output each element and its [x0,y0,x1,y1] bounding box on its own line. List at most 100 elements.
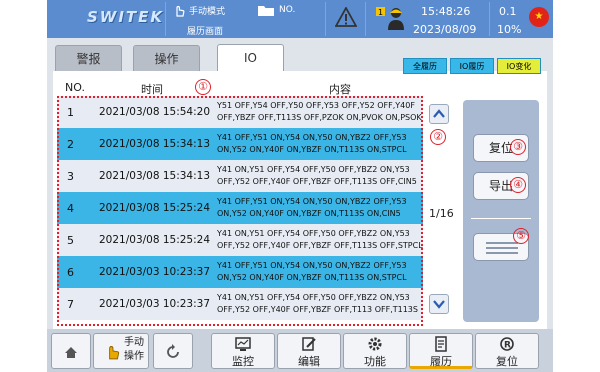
manual-operation-label: 手动 操作 [124,336,144,364]
edit-icon [302,337,316,351]
monitor-label: 监控 [232,355,254,368]
table-row[interactable]: 7 2021/03/03 10:23:37 Y41 ON,Y51 OFF,Y54… [57,288,423,320]
svg-text:R: R [504,341,511,351]
table-row[interactable]: 6 2021/03/03 10:23:37 Y41 OFF,Y51 ON,Y54… [57,256,423,288]
header-content: 内容 [329,83,351,96]
hand-icon [176,5,185,17]
row-content-line: Y51 OFF,Y54 OFF,Y50 OFF,Y53 OFF,Y52 OFF,… [217,101,415,110]
home-button[interactable] [51,333,91,369]
page-indicator: 1/16 [429,207,454,220]
table-row[interactable]: 1 2021/03/08 15:54:20 Y51 OFF,Y54 OFF,Y5… [57,96,423,128]
reset-bottom-label: 复位 [496,355,518,368]
row-content-line: ON,Y52 ON,Y40F ON,YBZF ON,T113S ON,CIN5 [217,208,401,218]
row-content-line: OFF,YBZF OFF,T113S OFF,PZOK ON,PVOK ON,P… [217,112,422,122]
row-content-line: OFF,Y52 OFF,Y40F OFF,YBZF OFF,T113S OFF,… [217,240,423,250]
row-no: 5 [67,234,74,247]
mode-label: 手动模式 [189,7,226,17]
tab-io[interactable]: IO [217,44,284,72]
row-content-line: Y41 OFF,Y51 ON,Y54 ON,Y50 ON,YBZ2 OFF,Y5… [217,133,407,142]
row-content: Y41 ON,Y51 OFF,Y54 OFF,Y50 OFF,YBZ2 ON,Y… [217,292,423,315]
scroll-up-button[interactable] [429,104,449,124]
row-content: Y41 ON,Y51 OFF,Y54 OFF,Y50 OFF,YBZ2 ON,Y… [217,164,423,187]
document-icon [435,336,447,352]
edit-label: 编辑 [298,355,320,368]
speed-value: 0.1 [499,5,517,18]
table-row[interactable]: 2 2021/03/08 15:34:13 Y41 OFF,Y51 ON,Y54… [57,128,423,160]
chevron-down-icon [433,300,445,309]
chevron-up-icon [433,109,445,118]
tab-alarm[interactable]: 警报 [55,45,122,71]
row-content-line: Y41 ON,Y51 OFF,Y54 OFF,Y50 OFF,YBZ2 ON,Y… [217,165,410,174]
monitor-icon [235,337,251,351]
header-no: NO. [65,81,85,94]
svg-text:1: 1 [378,8,383,17]
divider [365,2,366,36]
row-content: Y41 OFF,Y51 ON,Y54 ON,Y50 ON,YBZ2 OFF,Y5… [217,196,423,219]
row-time: 2021/03/08 15:34:13 [99,138,211,150]
row-content-line: Y41 OFF,Y51 ON,Y54 ON,Y50 ON,YBZ2 OFF,Y5… [217,261,407,270]
hmi-screen: SWITEK 手动模式 履历画面 NO. 1 15:48:26 2023/08/… [47,0,553,372]
tab-operation[interactable]: 操作 [133,45,200,71]
hand-icon [109,346,120,360]
callout-4: ④ [510,177,526,193]
callout-2: ② [430,129,446,145]
divider [325,2,326,36]
edit-button[interactable]: 编辑 [277,333,341,369]
row-content-line: ON,Y52 ON,Y40F ON,YBZF ON,T113S ON,STPCL [217,144,407,154]
reset-bottom-button[interactable]: R 复位 [475,333,539,369]
program-no-label: NO. [279,5,296,15]
row-content: Y51 OFF,Y54 OFF,Y50 OFF,Y53 OFF,Y52 OFF,… [217,100,423,123]
clock-time: 15:48:26 [421,5,471,18]
cycle-button[interactable] [153,333,193,369]
row-no: 3 [67,170,74,183]
monitor-button[interactable]: 监控 [211,333,275,369]
brand-logo: SWITEK [87,8,165,26]
language-flag-icon[interactable]: ★ [529,7,549,27]
history-button[interactable]: 履历 [409,333,473,369]
subtab-io-history[interactable]: IO履历 [450,58,494,74]
manual-operation-button[interactable]: 手动 操作 [93,333,149,369]
speed-percent: 10% [497,23,522,36]
reset-icon: R [500,337,514,351]
callout-1: ① [195,79,211,95]
row-content-line: OFF,Y52 OFF,Y40F OFF,YBZF OFF,T113 OFF,T… [217,304,418,314]
row-no: 7 [67,298,74,311]
row-content-line: Y41 ON,Y51 OFF,Y54 OFF,Y50 OFF,YBZ2 ON,Y… [217,229,410,238]
top-bar: SWITEK 手动模式 履历画面 NO. 1 15:48:26 2023/08/… [47,0,553,38]
callout-5: ⑤ [513,228,529,244]
row-no: 4 [67,202,74,215]
table-row[interactable]: 3 2021/03/08 15:34:13 Y41 ON,Y51 OFF,Y54… [57,160,423,192]
folder-icon [258,6,274,16]
row-time: 2021/03/08 15:54:20 [99,106,211,118]
refresh-icon [167,344,179,358]
subtab-all-history[interactable]: 全履历 [403,58,447,74]
row-content: Y41 ON,Y51 OFF,Y54 OFF,Y50 OFF,YBZ2 ON,Y… [217,228,423,251]
callout-3: ③ [510,139,526,155]
table-row[interactable]: 5 2021/03/08 15:25:24 Y41 ON,Y51 OFF,Y54… [57,224,423,256]
function-label: 功能 [364,355,386,368]
divider [165,2,166,36]
menu-lines-icon [486,252,518,254]
menu-lines-icon [486,242,518,244]
row-content-line: Y41 ON,Y51 OFF,Y54 OFF,Y50 OFF,YBZ2 ON,Y… [217,293,410,302]
row-no: 6 [67,266,74,279]
subtab-io-change[interactable]: IO变化 [497,58,541,74]
row-content-line: OFF,Y52 OFF,Y40F OFF,YBZF OFF,T113S OFF,… [217,176,417,186]
row-content-line: ON,Y52 ON,Y40F ON,YBZF ON,T113S ON,STPCL [217,272,407,282]
warning-icon[interactable] [335,7,357,27]
row-time: 2021/03/03 10:23:37 [99,266,211,278]
scroll-down-button[interactable] [429,294,449,314]
page-label: 履历画面 [187,27,224,37]
manual-line1: 手动 [124,337,144,348]
row-content: Y41 OFF,Y51 ON,Y54 ON,Y50 ON,YBZ2 OFF,Y5… [217,132,423,155]
menu-lines-icon [486,247,518,249]
row-content-line: Y41 OFF,Y51 ON,Y54 ON,Y50 ON,YBZ2 OFF,Y5… [217,197,407,206]
operator-icon[interactable]: 1 [375,5,407,31]
table-row[interactable]: 4 2021/03/08 15:25:24 Y41 OFF,Y51 ON,Y54… [57,192,423,224]
clock-date: 2023/08/09 [413,23,477,36]
header-time: 时间 [141,83,163,96]
home-icon [65,347,77,358]
function-button[interactable]: 功能 [343,333,407,369]
row-content: Y41 OFF,Y51 ON,Y54 ON,Y50 ON,YBZ2 OFF,Y5… [217,260,423,283]
divider [471,218,531,219]
